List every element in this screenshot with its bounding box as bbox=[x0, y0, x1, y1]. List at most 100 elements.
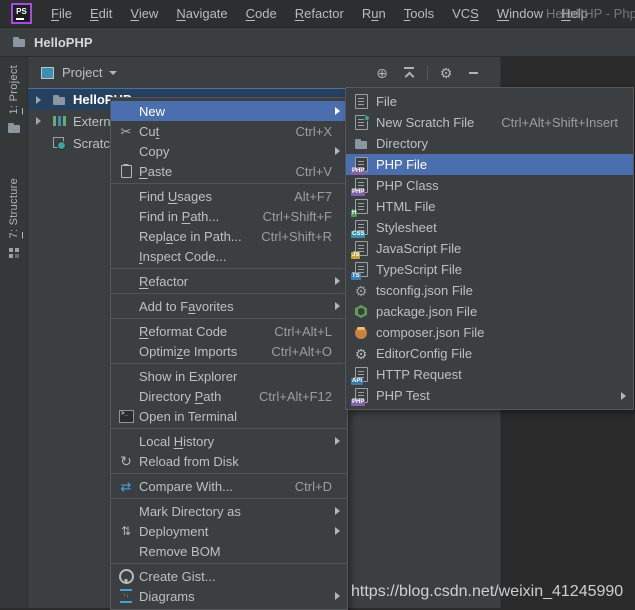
menu-item-label: Remove BOM bbox=[139, 544, 221, 559]
collapse-all-icon[interactable] bbox=[400, 65, 418, 81]
menu-item-label: Open in Terminal bbox=[139, 409, 237, 424]
file-type-badge: JS bbox=[351, 252, 360, 259]
menu-item-php-file[interactable]: PHPPHP File bbox=[346, 154, 633, 175]
editorconfig-icon bbox=[352, 346, 370, 362]
menu-item-add-to-favorites[interactable]: Add to Favorites bbox=[111, 296, 347, 316]
directory-icon bbox=[352, 136, 370, 152]
menu-item-shortcut: Ctrl+Alt+O bbox=[271, 344, 340, 359]
github-icon bbox=[117, 568, 135, 584]
strip-tab-7-structure[interactable]: 7: Structure bbox=[5, 178, 23, 260]
folder-icon bbox=[10, 34, 28, 50]
menu-item-open-in-terminal[interactable]: Open in Terminal bbox=[111, 406, 347, 426]
strip-tab-label: 1: Project bbox=[8, 65, 20, 114]
menu-item-package-json-file[interactable]: package.json File bbox=[346, 301, 633, 322]
menu-item-find-usages[interactable]: Find UsagesAlt+F7 bbox=[111, 186, 347, 206]
menu-item-label: tsconfig.json File bbox=[376, 283, 473, 298]
menu-item-mark-directory-as[interactable]: Mark Directory as bbox=[111, 501, 347, 521]
menu-item-create-gist[interactable]: Create Gist... bbox=[111, 566, 347, 586]
expand-arrow-icon[interactable] bbox=[36, 96, 50, 104]
menu-item-typescript-file[interactable]: TSTypeScript File bbox=[346, 259, 633, 280]
menubar-item-navigate[interactable]: Navigate bbox=[167, 0, 236, 28]
menu-item-stylesheet[interactable]: CSSStylesheet bbox=[346, 217, 633, 238]
menu-item-compare-with[interactable]: Compare With...Ctrl+D bbox=[111, 476, 347, 496]
menu-item-tsconfig-json-file[interactable]: tsconfig.json File bbox=[346, 280, 633, 301]
menubar-item-window[interactable]: Window bbox=[488, 0, 552, 28]
menubar-item-code[interactable]: Code bbox=[237, 0, 286, 28]
menu-item-local-history[interactable]: Local History bbox=[111, 431, 347, 451]
locate-icon[interactable] bbox=[373, 65, 391, 81]
menu-item-diagrams[interactable]: Diagrams bbox=[111, 586, 347, 606]
menu-item-new[interactable]: New bbox=[111, 101, 347, 121]
breadcrumb[interactable]: HelloPHP bbox=[10, 34, 93, 50]
menu-item-reformat-code[interactable]: Reformat CodeCtrl+Alt+L bbox=[111, 321, 347, 341]
submenu-arrow-icon bbox=[621, 392, 626, 400]
menubar-item-tools[interactable]: Tools bbox=[395, 0, 443, 28]
toolbar-separator bbox=[427, 66, 428, 80]
project-panel-title[interactable]: Project bbox=[62, 65, 102, 80]
menu-item-shortcut: Alt+F7 bbox=[294, 189, 340, 204]
strip-tab-1-project[interactable]: 1: Project bbox=[5, 65, 23, 136]
menu-item-editorconfig-file[interactable]: EditorConfig File bbox=[346, 343, 633, 364]
submenu-arrow-icon bbox=[335, 592, 340, 600]
menu-item-find-in-path[interactable]: Find in Path...Ctrl+Shift+F bbox=[111, 206, 347, 226]
menu-item-new-scratch-file[interactable]: New Scratch FileCtrl+Alt+Shift+Insert bbox=[346, 112, 633, 133]
submenu-arrow-icon bbox=[335, 437, 340, 445]
menu-item-javascript-file[interactable]: JSJavaScript File bbox=[346, 238, 633, 259]
menubar-item-run[interactable]: Run bbox=[353, 0, 395, 28]
menu-item-replace-in-path[interactable]: Replace in Path...Ctrl+Shift+R bbox=[111, 226, 347, 246]
submenu-arrow-icon bbox=[335, 147, 340, 155]
menu-item-deployment[interactable]: Deployment bbox=[111, 521, 347, 541]
menu-item-reload-from-disk[interactable]: Reload from Disk bbox=[111, 451, 347, 471]
menubar-item-vcs[interactable]: VCS bbox=[443, 0, 488, 28]
menu-item-optimize-imports[interactable]: Optimize Imports Ctrl+Alt+O bbox=[111, 341, 347, 361]
chevron-down-icon[interactable] bbox=[109, 71, 117, 75]
menu-item-directory[interactable]: Directory bbox=[346, 133, 633, 154]
menu-item-label: Local History bbox=[139, 434, 214, 449]
menu-item-label: Find in Path... bbox=[139, 209, 219, 224]
stylesheet-icon: CSS bbox=[352, 220, 370, 236]
menu-item-label: Paste bbox=[139, 164, 172, 179]
menu-item-label: Optimize Imports bbox=[139, 344, 237, 359]
php-test-icon: PHP bbox=[352, 388, 370, 404]
menubar-item-edit[interactable]: Edit bbox=[81, 0, 121, 28]
menu-item-label: New bbox=[139, 104, 165, 119]
menu-item-composer-json-file[interactable]: composer.json File bbox=[346, 322, 633, 343]
file-type-badge: TS bbox=[351, 273, 361, 280]
menu-item-php-test[interactable]: PHPPHP Test bbox=[346, 385, 633, 406]
expand-arrow-icon[interactable] bbox=[36, 117, 50, 125]
menu-item-paste[interactable]: PasteCtrl+V bbox=[111, 161, 347, 181]
menu-icon-slot bbox=[117, 188, 135, 204]
menubar-item-view[interactable]: View bbox=[121, 0, 167, 28]
menu-icon-slot bbox=[117, 503, 135, 519]
menu-separator bbox=[111, 318, 347, 319]
menu-item-remove-bom[interactable]: Remove BOM bbox=[111, 541, 347, 561]
submenu-arrow-icon bbox=[335, 507, 340, 515]
reload-icon bbox=[117, 453, 135, 469]
menu-item-show-in-explorer[interactable]: Show in Explorer bbox=[111, 366, 347, 386]
menu-item-label: EditorConfig File bbox=[376, 346, 472, 361]
menu-item-label: Deployment bbox=[139, 524, 208, 539]
menu-item-file[interactable]: File bbox=[346, 91, 633, 112]
package-icon bbox=[352, 304, 370, 320]
menu-item-label: Inspect Code... bbox=[139, 249, 226, 264]
menu-item-inspect-code[interactable]: Inspect Code... bbox=[111, 246, 347, 266]
menu-item-copy[interactable]: Copy bbox=[111, 141, 347, 161]
menu-item-label: Show in Explorer bbox=[139, 369, 237, 384]
menu-item-http-request[interactable]: APIHTTP Request bbox=[346, 364, 633, 385]
menubar-item-file[interactable]: File bbox=[42, 0, 81, 28]
menu-item-html-file[interactable]: HHTML File bbox=[346, 196, 633, 217]
menu-item-label: PHP File bbox=[376, 157, 427, 172]
panel-toolbar bbox=[373, 65, 490, 81]
menu-item-refactor[interactable]: Refactor bbox=[111, 271, 347, 291]
menu-item-cut[interactable]: CutCtrl+X bbox=[111, 121, 347, 141]
hide-icon[interactable] bbox=[464, 65, 482, 81]
settings-icon[interactable] bbox=[437, 65, 455, 81]
menu-icon-slot bbox=[117, 388, 135, 404]
cut-icon bbox=[117, 123, 135, 139]
menu-item-php-class[interactable]: PHPPHP Class bbox=[346, 175, 633, 196]
menu-item-directory-path[interactable]: Directory PathCtrl+Alt+F12 bbox=[111, 386, 347, 406]
menubar-item-refactor[interactable]: Refactor bbox=[286, 0, 353, 28]
menu-item-label: File bbox=[376, 94, 397, 109]
menu-icon-slot bbox=[117, 208, 135, 224]
menu-icon-slot bbox=[117, 228, 135, 244]
